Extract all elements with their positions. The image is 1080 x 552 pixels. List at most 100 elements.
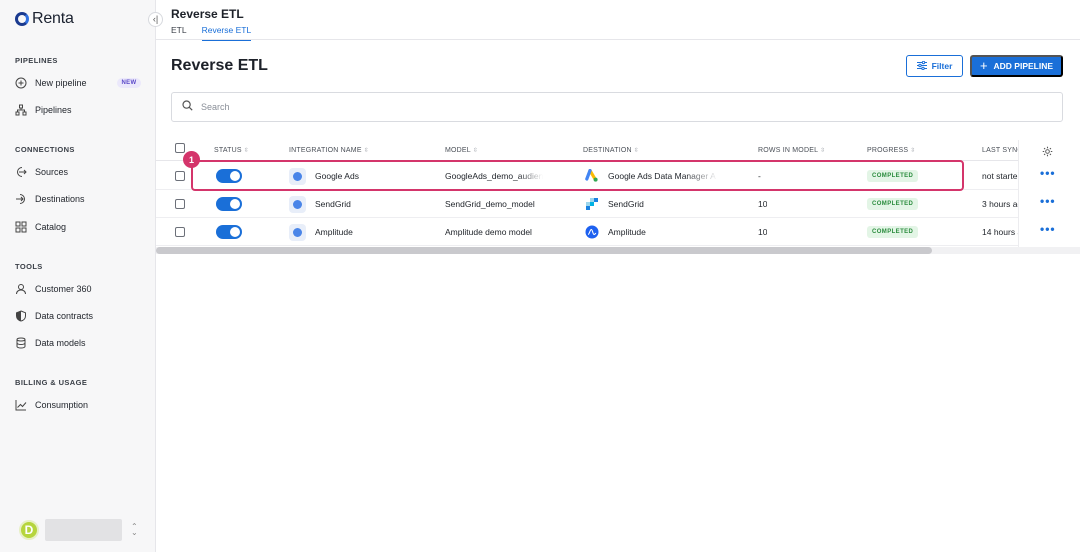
filter-sliders-icon — [916, 60, 927, 72]
sidebar-item-new-pipeline[interactable]: New pipeline NEW — [15, 75, 142, 91]
rows-in-model-cell: 10 — [758, 227, 768, 237]
section-title-tools: TOOLS — [15, 262, 43, 271]
add-pipeline-button[interactable]: + ADD PIPELINE — [970, 55, 1063, 77]
plus-circle-icon — [15, 77, 27, 89]
sort-icon: ⇳ — [472, 148, 479, 154]
row-checkbox[interactable] — [175, 162, 185, 190]
column-status[interactable]: STATUS ⇳ — [214, 147, 249, 154]
plus-icon: + — [979, 58, 988, 73]
collapse-sidebar-button[interactable]: ‹| — [148, 12, 163, 27]
table-row[interactable]: Google Ads GoogleAds_demo_audien Google … — [156, 162, 1080, 190]
search-input[interactable] — [201, 102, 901, 112]
sidebar-item-label: Catalog — [35, 222, 67, 232]
column-model[interactable]: MODEL ⇳ — [445, 147, 478, 154]
select-all-checkbox[interactable] — [175, 143, 185, 153]
sidebar-item-data-contracts[interactable]: Data contracts — [15, 308, 93, 324]
model-cell: Amplitude demo model — [445, 227, 532, 237]
last-sync-cell: 3 hours ag — [982, 199, 1018, 209]
table-row[interactable]: SendGrid SendGrid_demo_model SendGrid 10… — [156, 190, 1080, 218]
sidebar-item-pipelines[interactable]: Pipelines — [15, 102, 72, 118]
search-bar — [171, 92, 1063, 122]
sort-icon: ⇳ — [910, 148, 916, 154]
amplitude-icon — [585, 225, 599, 239]
sidebar-item-customer-360[interactable]: Customer 360 — [15, 281, 92, 297]
gear-icon[interactable] — [1042, 144, 1053, 162]
sidebar-item-data-models[interactable]: Data models — [15, 335, 86, 351]
new-badge: NEW — [116, 78, 142, 88]
sort-icon: ⇳ — [820, 148, 826, 154]
sidebar-item-sources[interactable]: Sources — [15, 164, 68, 180]
collapse-chevron-icon: ‹| — [152, 14, 159, 24]
sidebar-item-label: Data contracts — [35, 311, 94, 321]
model-cell: SendGrid_demo_model — [445, 199, 535, 209]
status-toggle[interactable] — [216, 162, 242, 190]
more-actions-icon[interactable]: ••• — [1040, 166, 1056, 180]
filter-label: Filter — [931, 61, 953, 71]
hierarchy-icon — [15, 104, 27, 116]
progress-cell: COMPLETED — [867, 218, 919, 246]
table-row[interactable]: Amplitude Amplitude demo model Amplitude… — [156, 218, 1080, 246]
shield-icon — [15, 310, 27, 322]
column-destination[interactable]: DESTINATION ⇳ — [583, 147, 639, 154]
avatar: D — [19, 520, 39, 540]
header-divider — [156, 39, 1080, 40]
step-marker: 1 — [183, 151, 200, 168]
sidebar-item-consumption[interactable]: Consumption — [15, 397, 88, 413]
sort-icon: ⇳ — [633, 148, 639, 154]
sendgrid-icon — [585, 197, 599, 211]
brand-logo[interactable]: Renta — [15, 10, 74, 28]
sidebar: Renta ‹| PIPELINES New pipeline NEW Pipe… — [0, 0, 163, 552]
status-toggle[interactable] — [216, 190, 242, 218]
more-actions-icon[interactable]: ••• — [1040, 194, 1056, 208]
row-checkbox[interactable] — [175, 218, 185, 246]
row-actions-column: ••• ••• ••• — [1018, 140, 1080, 248]
sidebar-item-label: Data models — [35, 338, 86, 348]
destination-cell: Google Ads Data Manager A — [585, 162, 718, 190]
status-badge: COMPLETED — [867, 170, 919, 182]
brand-name: Renta — [32, 10, 74, 27]
sidebar-item-destinations[interactable]: Destinations — [15, 191, 85, 207]
sidebar-item-label: Customer 360 — [35, 284, 92, 294]
sidebar-item-label: Pipelines — [35, 105, 72, 115]
grid-icon — [15, 221, 27, 233]
line-chart-icon — [15, 399, 27, 411]
destination-cell: Amplitude — [585, 218, 646, 246]
sort-icon: ⇳ — [243, 148, 250, 154]
last-sync-cell: 14 hours a — [982, 227, 1018, 237]
sidebar-item-label: Destinations — [35, 194, 85, 204]
section-title-billing: BILLING & USAGE — [15, 378, 88, 387]
google-ads-icon — [585, 169, 599, 183]
column-rows-in-model[interactable]: ROWS IN MODEL ⇳ — [758, 147, 825, 154]
status-toggle[interactable] — [216, 218, 242, 246]
integration-name-cell[interactable]: Amplitude — [289, 218, 353, 246]
sidebar-item-label: Consumption — [35, 400, 89, 410]
section-title-pipelines: PIPELINES — [15, 56, 58, 65]
user-menu[interactable]: D ⌃ ⌄ — [19, 519, 138, 541]
last-sync-cell: not starte — [982, 171, 1018, 181]
integration-name-cell[interactable]: SendGrid — [289, 190, 351, 218]
model-cell: GoogleAds_demo_audien — [445, 171, 543, 181]
scrollbar-thumb[interactable] — [156, 247, 932, 254]
destination-arrow-icon — [15, 193, 27, 205]
column-progress[interactable]: PROGRESS ⇳ — [867, 147, 916, 154]
row-checkbox[interactable] — [175, 190, 185, 218]
sort-icon: ⇳ — [363, 148, 369, 154]
column-integration-name[interactable]: INTEGRATION NAME ⇳ — [289, 147, 369, 154]
destination-cell: SendGrid — [585, 190, 644, 218]
rows-in-model-cell: 10 — [758, 199, 768, 209]
integration-icon — [289, 167, 306, 185]
more-actions-icon[interactable]: ••• — [1040, 222, 1056, 236]
header-title: Reverse ETL — [171, 7, 244, 21]
renta-logo-icon — [15, 12, 29, 26]
progress-cell: COMPLETED — [867, 190, 919, 218]
integration-name-cell[interactable]: Google Ads — [289, 162, 359, 190]
column-last-sync[interactable]: LAST SYNC — [982, 147, 1023, 154]
source-arrow-icon — [15, 166, 27, 178]
sidebar-item-catalog[interactable]: Catalog — [15, 219, 66, 235]
sidebar-item-label: New pipeline — [35, 78, 87, 88]
horizontal-scrollbar[interactable] — [156, 247, 1080, 254]
progress-cell: COMPLETED — [867, 162, 919, 190]
rows-in-model-cell: - — [758, 171, 761, 181]
filter-button[interactable]: Filter — [906, 55, 963, 77]
main-content: Reverse ETL ETL Reverse ETL Reverse ETL … — [156, 0, 1080, 552]
